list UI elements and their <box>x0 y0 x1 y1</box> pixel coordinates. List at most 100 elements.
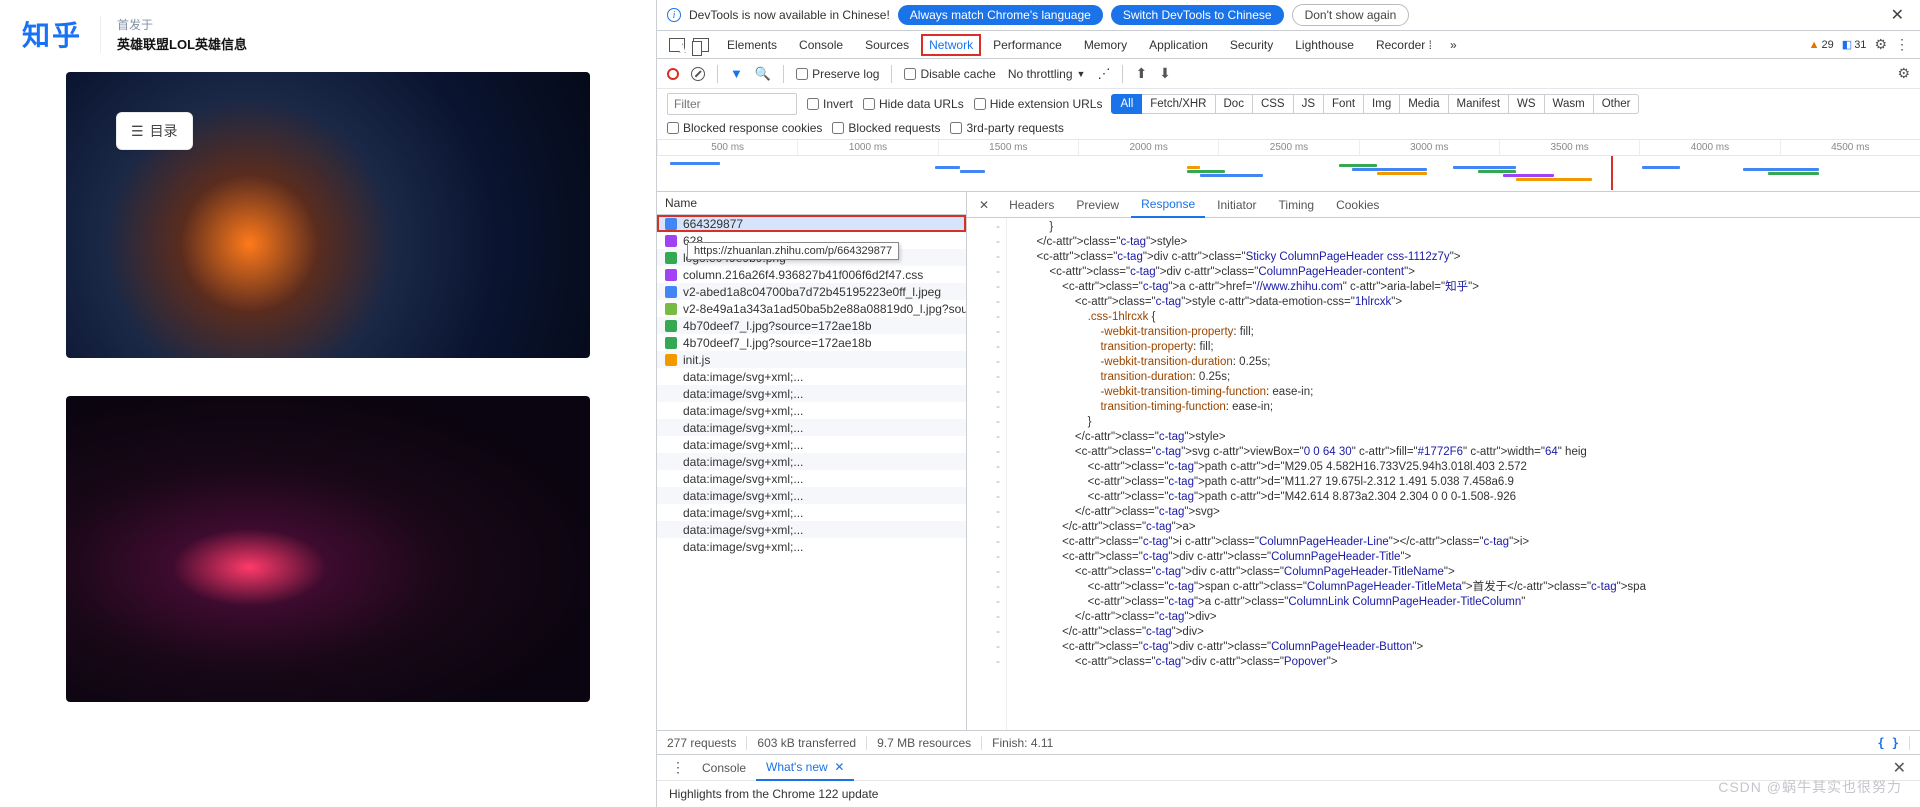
request-name: data:image/svg+xml;... <box>683 472 803 486</box>
network-conditions-icon[interactable]: ⋰ <box>1097 66 1110 82</box>
request-row[interactable]: 4b70deef7_l.jpg?source=172ae18b <box>657 317 966 334</box>
close-detail-icon[interactable]: ✕ <box>971 198 997 212</box>
type-pill-img[interactable]: Img <box>1363 94 1400 114</box>
file-type-icon <box>665 541 677 553</box>
drawer-tab-console[interactable]: Console <box>692 756 756 780</box>
type-pill-wasm[interactable]: Wasm <box>1544 94 1594 114</box>
request-row[interactable]: 4b70deef7_l.jpg?source=172ae18b <box>657 334 966 351</box>
network-settings-icon[interactable]: ⚙ <box>1897 65 1910 82</box>
file-type-icon <box>665 235 677 247</box>
finish-time: Finish: 4.11 <box>992 736 1063 750</box>
type-pill-all[interactable]: All <box>1111 94 1142 114</box>
filter-icon[interactable]: ▼ <box>730 66 743 81</box>
request-row[interactable]: column.216a26f4.936827b41f006f6d2f47.css <box>657 266 966 283</box>
disable-cache-checkbox[interactable]: Disable cache <box>904 67 995 81</box>
network-timeline[interactable]: 500 ms1000 ms1500 ms2000 ms2500 ms3000 m… <box>657 140 1920 192</box>
throttling-select[interactable]: No throttling ▼ <box>1008 67 1086 81</box>
request-row[interactable]: v2-8e49a1a343a1ad50ba5b2e88a08819d0_l.jp… <box>657 300 966 317</box>
tab-performance[interactable]: Performance <box>983 32 1072 58</box>
file-type-icon <box>665 490 677 502</box>
settings-icon[interactable]: ⚙ <box>1874 36 1887 53</box>
clear-icon[interactable] <box>691 67 705 81</box>
tab-recorder[interactable]: Recorder ⁞ <box>1366 32 1442 58</box>
tab-network[interactable]: Network <box>921 34 981 56</box>
article-image-2[interactable] <box>66 396 590 702</box>
response-body[interactable]: ------------------------------ } </c-att… <box>967 218 1920 730</box>
type-pill-media[interactable]: Media <box>1399 94 1448 114</box>
tab-timing[interactable]: Timing <box>1269 193 1325 217</box>
filter-input[interactable] <box>667 93 797 115</box>
drawer-tab-whatsnew[interactable]: What's new ✕ <box>756 755 854 781</box>
drawer-close-icon[interactable]: ✕ <box>1885 758 1914 778</box>
third-party-checkbox[interactable]: 3rd-party requests <box>950 121 1063 135</box>
pretty-print-icon[interactable]: { } <box>1877 736 1910 750</box>
banner-close-icon[interactable]: ✕ <box>1885 5 1910 25</box>
import-har-icon[interactable]: ⬆ <box>1135 65 1147 82</box>
request-row[interactable]: 664329877 <box>657 215 966 232</box>
inspect-icon[interactable] <box>669 38 685 52</box>
tab-initiator[interactable]: Initiator <box>1207 193 1266 217</box>
name-column-header[interactable]: Name <box>657 192 966 215</box>
request-row[interactable]: data:image/svg+xml;... <box>657 521 966 538</box>
request-row[interactable]: data:image/svg+xml;... <box>657 436 966 453</box>
type-pill-doc[interactable]: Doc <box>1215 94 1253 114</box>
request-row[interactable]: data:image/svg+xml;... <box>657 453 966 470</box>
request-row[interactable]: v2-abed1a8c04700ba7d72b45195223e0ff_l.jp… <box>657 283 966 300</box>
hide-extension-urls-checkbox[interactable]: Hide extension URLs <box>974 97 1103 111</box>
request-row[interactable]: data:image/svg+xml;... <box>657 419 966 436</box>
tab-preview[interactable]: Preview <box>1066 193 1129 217</box>
toc-button[interactable]: ☰ 目录 <box>116 112 193 150</box>
tab-response[interactable]: Response <box>1131 192 1205 218</box>
type-pill-css[interactable]: CSS <box>1252 94 1294 114</box>
tab-elements[interactable]: Elements <box>717 32 787 58</box>
request-row[interactable]: data:image/svg+xml;... <box>657 402 966 419</box>
issues-badge[interactable]: ◧31 <box>1842 38 1867 51</box>
drawer-more-icon[interactable]: ⋮ <box>663 759 692 776</box>
type-pill-other[interactable]: Other <box>1593 94 1640 114</box>
tab-headers[interactable]: Headers <box>999 193 1064 217</box>
file-type-icon <box>665 524 677 536</box>
match-language-button[interactable]: Always match Chrome's language <box>898 5 1103 25</box>
dont-show-button[interactable]: Don't show again <box>1292 4 1410 26</box>
type-pill-js[interactable]: JS <box>1293 94 1324 114</box>
zhihu-title[interactable]: 英雄联盟LOL英雄信息 <box>117 34 247 53</box>
file-type-icon <box>665 269 677 281</box>
switch-chinese-button[interactable]: Switch DevTools to Chinese <box>1111 5 1284 25</box>
export-har-icon[interactable]: ⬇ <box>1159 65 1171 82</box>
banner-text: DevTools is now available in Chinese! <box>689 8 890 22</box>
preserve-log-checkbox[interactable]: Preserve log <box>796 67 879 81</box>
tab-application[interactable]: Application <box>1139 32 1218 58</box>
search-icon[interactable]: 🔍 <box>755 66 771 82</box>
tab-console[interactable]: Console <box>789 32 853 58</box>
tab-overflow-icon[interactable]: » <box>1444 38 1463 52</box>
type-pill-ws[interactable]: WS <box>1508 94 1545 114</box>
request-row[interactable]: data:image/svg+xml;... <box>657 385 966 402</box>
tab-security[interactable]: Security <box>1220 32 1283 58</box>
type-pill-fetch-xhr[interactable]: Fetch/XHR <box>1141 94 1215 114</box>
invert-checkbox[interactable]: Invert <box>807 97 853 111</box>
type-pill-manifest[interactable]: Manifest <box>1448 94 1509 114</box>
type-pill-font[interactable]: Font <box>1323 94 1364 114</box>
request-row[interactable]: data:image/svg+xml;... <box>657 368 966 385</box>
zhihu-logo[interactable]: 知乎 <box>22 14 82 54</box>
request-row[interactable]: data:image/svg+xml;... <box>657 538 966 555</box>
request-row[interactable]: data:image/svg+xml;... <box>657 504 966 521</box>
hide-data-urls-checkbox[interactable]: Hide data URLs <box>863 97 964 111</box>
tab-sources[interactable]: Sources <box>855 32 919 58</box>
more-icon[interactable]: ⋮ <box>1895 36 1908 53</box>
blocked-requests-checkbox[interactable]: Blocked requests <box>832 121 940 135</box>
request-list[interactable]: 664329877628...logo.e049e9b9.pngcolumn.2… <box>657 215 966 730</box>
device-toggle-icon[interactable] <box>693 38 709 52</box>
file-type-icon <box>665 320 677 332</box>
record-icon[interactable] <box>667 68 679 80</box>
warnings-badge[interactable]: ▲29 <box>1809 39 1834 51</box>
transferred-size: 603 kB transferred <box>757 736 867 750</box>
request-row[interactable]: data:image/svg+xml;... <box>657 470 966 487</box>
request-row[interactable]: data:image/svg+xml;... <box>657 487 966 504</box>
tab-cookies[interactable]: Cookies <box>1326 193 1389 217</box>
tab-lighthouse[interactable]: Lighthouse <box>1285 32 1364 58</box>
tab-memory[interactable]: Memory <box>1074 32 1137 58</box>
request-row[interactable]: init.js <box>657 351 966 368</box>
blocked-cookies-checkbox[interactable]: Blocked response cookies <box>667 121 822 135</box>
request-name: data:image/svg+xml;... <box>683 523 803 537</box>
